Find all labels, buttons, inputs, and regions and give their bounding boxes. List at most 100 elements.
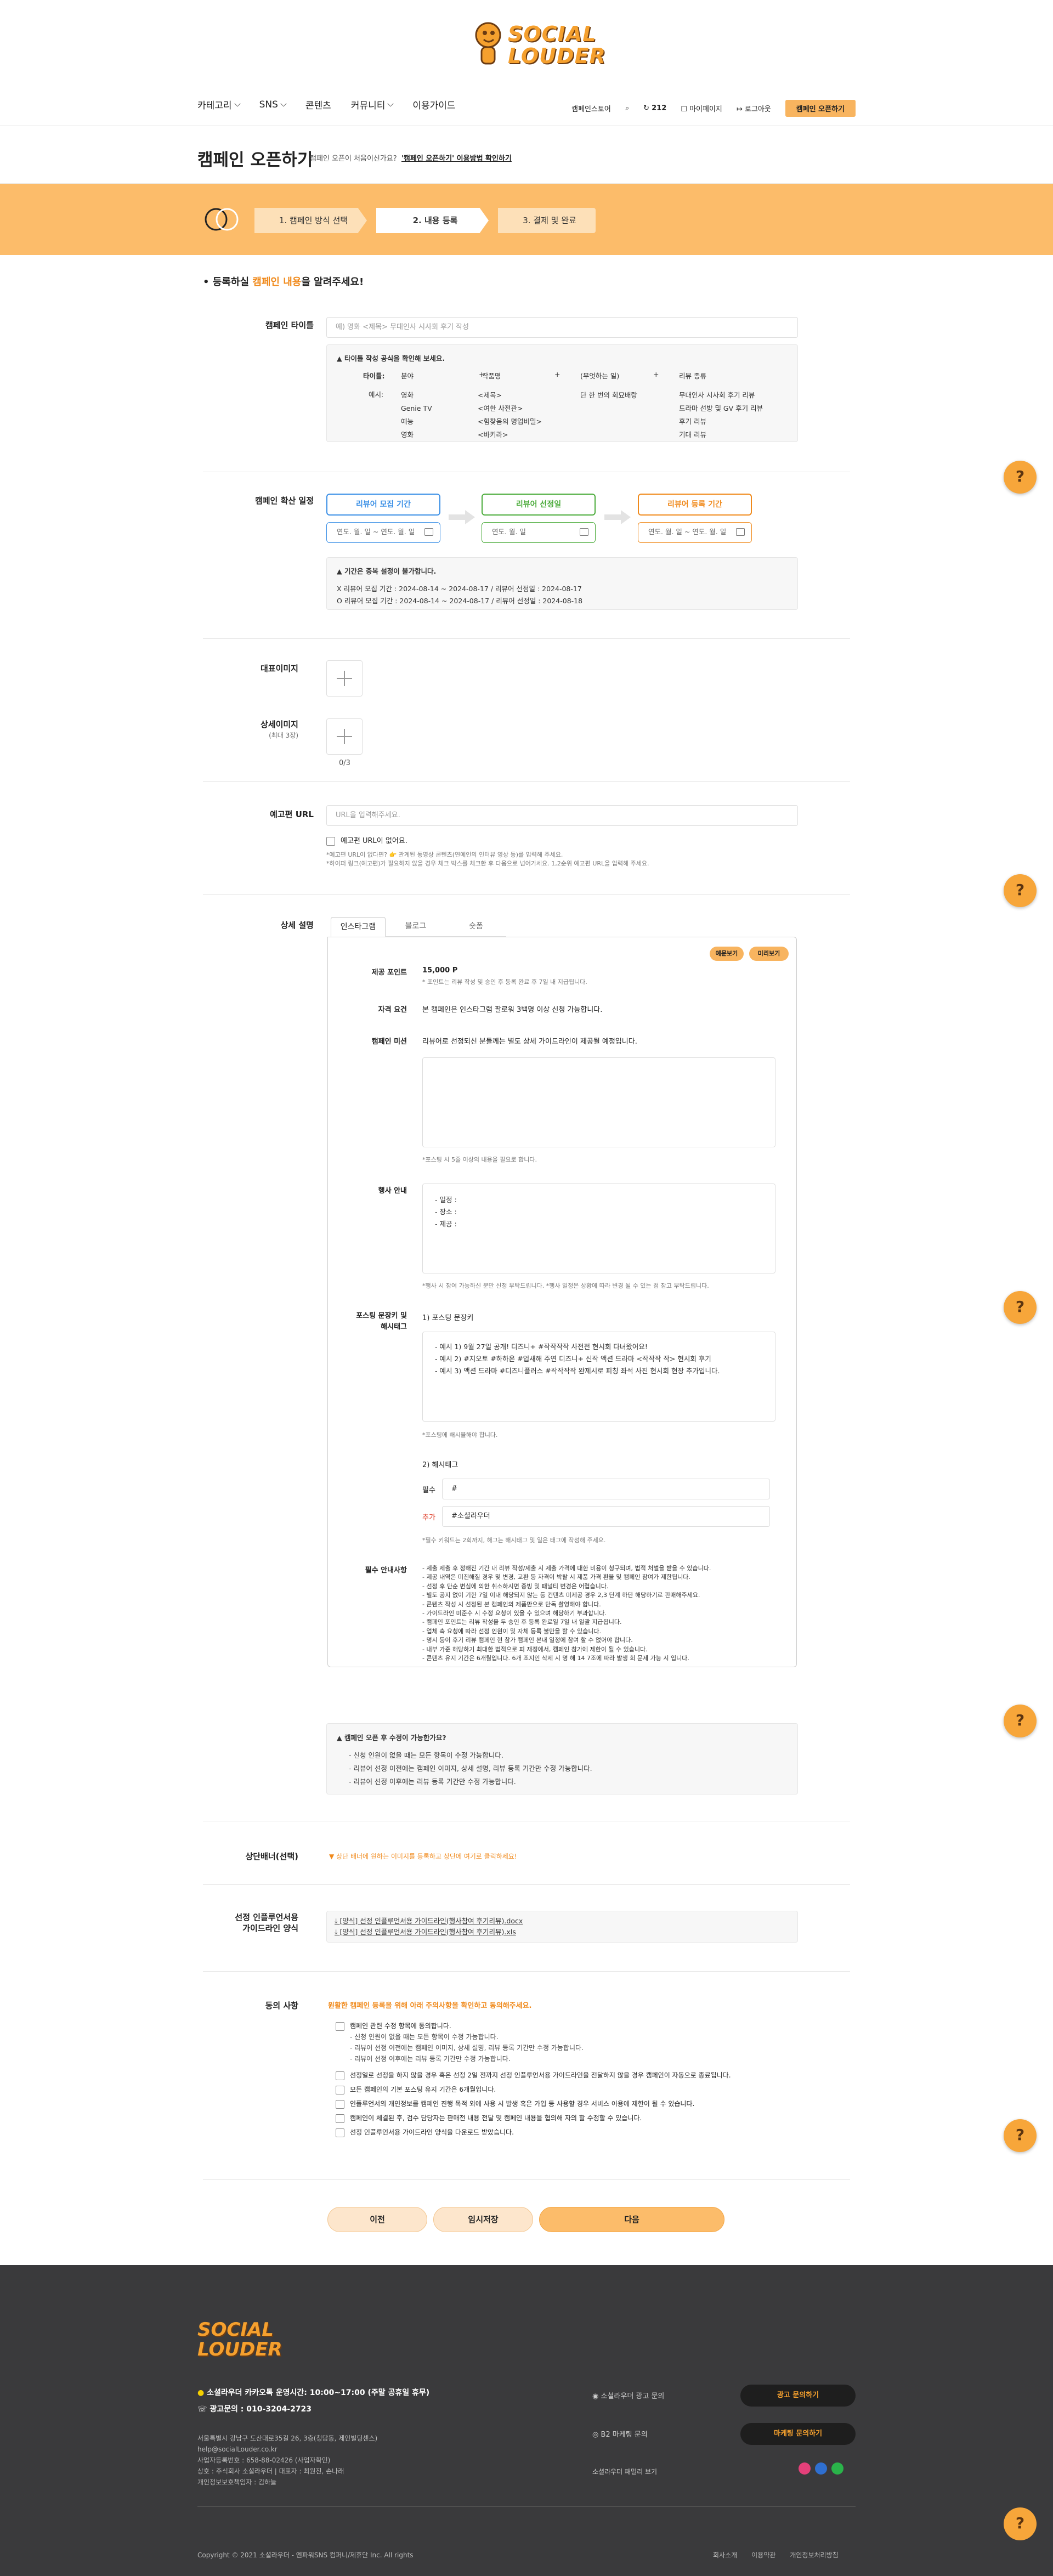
privacy-link[interactable]: 개인정보처리방침 [790, 2550, 838, 2560]
page-subtitle: 캠페인 오픈이 처음이신가요? '캠페인 오픈하기' 이용방법 확인하기 [310, 155, 512, 163]
title-input[interactable]: 예) 영화 <제목> 무대인사 시사회 후기 작성 [326, 317, 798, 338]
save-draft-button[interactable]: 임시저장 [433, 2207, 533, 2232]
sample-chip[interactable]: 예문보기 [710, 947, 744, 961]
page-title-bar: 캠페인 오픈하기 캠페인 오픈이 처음이신가요? '캠페인 오픈하기' 이용방법… [0, 126, 1053, 184]
nav-category[interactable]: 카테고리 [197, 98, 241, 111]
step-3: 3. 결제 및 완료 [498, 208, 596, 233]
facebook-icon[interactable] [815, 2462, 827, 2475]
detail-image-upload[interactable] [326, 718, 363, 755]
agree-label: 동의 사항 [265, 2001, 298, 2011]
agree-item[interactable]: 인플루언서의 개인정보를 캠페인 진행 목적 외에 사용 시 발생 혹은 가입 … [336, 2098, 731, 2109]
mascot-icon [475, 22, 501, 65]
detail-panel [327, 937, 797, 1667]
step-2: 2. 내용 등록 [376, 208, 489, 233]
logo[interactable]: SOCIAL LOUDER [472, 20, 606, 72]
preview-chip[interactable]: 미리보기 [749, 947, 789, 961]
download-docx[interactable]: ⤓ [양식] 선정 인플루언서용 가이드라인(행사참여 후기리뷰).docx [335, 1916, 790, 1927]
rings-icon [205, 208, 239, 231]
ad-inquiry-label: ◉ 소셜라우더 광고 문의 [592, 2392, 665, 2401]
qual-label: 자격 요건 [378, 1006, 407, 1014]
register-period-input[interactable]: 연도. 월. 일 ~ 연도. 월. 일 [638, 522, 752, 543]
no-trailer-checkbox[interactable]: 예고편 URL이 없어요. [326, 835, 407, 846]
hash-required-label: 필수 [422, 1486, 435, 1494]
hash-required-input[interactable]: # [442, 1479, 770, 1499]
campaign-store-link[interactable]: 캠페인스토어 [571, 103, 611, 114]
mypage-link[interactable]: ☐ 마이페이지 [681, 103, 722, 114]
post-sub2: 2) 해시태그 [422, 1461, 458, 1469]
bad-example: X 리뷰어 모집 기간 : 2024-08-14 ~ 2024-08-17 / … [337, 585, 582, 593]
naver-icon[interactable] [831, 2462, 843, 2475]
hash-add-input[interactable]: #소셜라우더 [442, 1506, 770, 1527]
points-note: * 포인트는 리뷰 작성 및 승인 후 등록 완료 후 7일 내 지급됩니다. [422, 978, 587, 986]
footer-divider [197, 2506, 856, 2507]
ad-inquiry-button[interactable]: 광고 문의하기 [740, 2385, 856, 2407]
divider [203, 2179, 850, 2180]
help-button[interactable]: ? [1004, 2119, 1037, 2152]
terms-link[interactable]: 이용약관 [751, 2550, 775, 2560]
download-xls[interactable]: ⤓ [양식] 선정 인플루언서용 가이드라인(행사참여 후기리뷰).xls [335, 1927, 790, 1938]
nav-sns[interactable]: SNS [259, 98, 287, 111]
footer-logo: SOCIAL LOUDER [197, 2319, 282, 2360]
help-button[interactable]: ? [1004, 2507, 1037, 2540]
tab-instagram[interactable]: 인스타그램 [331, 917, 386, 937]
search-icon[interactable]: ⌕ [625, 104, 629, 112]
nav-guide[interactable]: 이용가이드 [412, 98, 455, 111]
banner-label: 상단배너(선택) [245, 1852, 298, 1861]
caret-up-icon: ▲ [337, 1734, 342, 1742]
open-campaign-button[interactable]: 캠페인 오픈하기 [785, 100, 856, 117]
tab-blog[interactable]: 블로그 [386, 917, 446, 937]
kakao-icon: ● [197, 2388, 205, 2397]
checkbox-icon [336, 2128, 344, 2137]
formula-col: 분야 [401, 372, 414, 380]
chevron-down-icon [280, 100, 287, 107]
select-date-input[interactable]: 연도. 월. 일 [482, 522, 596, 543]
download-box: ⤓ [양식] 선정 인플루언서용 가이드라인(행사참여 후기리뷰).docx ⤓… [326, 1911, 798, 1943]
event-textarea[interactable]: - 일정 :- 장소 :- 제공 : [422, 1184, 775, 1273]
detail-label: 상세 설명 [280, 920, 314, 930]
agree-item[interactable]: 모든 캠페인의 기본 포스팅 유지 기간은 6개월입니다. [336, 2084, 731, 2095]
trailer-input[interactable]: URL을 입력해주세요. [326, 805, 798, 826]
howto-link[interactable]: '캠페인 오픈하기' 이용방법 확인하기 [401, 155, 512, 163]
register-period-pill: 리뷰어 등록 기간 [638, 494, 752, 516]
help-button[interactable]: ? [1004, 461, 1037, 494]
instagram-icon[interactable] [799, 2462, 811, 2475]
help-button[interactable]: ? [1004, 874, 1037, 907]
agree-list: 캠페인 관련 수정 항목에 동의합니다. - 신청 인원이 없을 때는 모든 항… [336, 2020, 731, 2138]
agree-item[interactable]: 선정 인플루언서용 가이드라인 양식을 다운로드 받았습니다. [336, 2127, 731, 2138]
example-rows: <제목> <여한 사전관> <힘찾음의 명업비밀> <바키라> [478, 391, 542, 439]
prev-button[interactable]: 이전 [327, 2207, 427, 2232]
checkbox-icon [326, 836, 335, 846]
mission-textarea[interactable] [422, 1057, 775, 1147]
agree-head: 원활한 캠페인 등록을 위해 아래 주의사항을 확인하고 동의해주세요. [328, 2002, 532, 2010]
nav-community[interactable]: 커뮤니티 [351, 98, 394, 111]
banner-toggle[interactable]: ▼ 상단 배너에 원하는 이미지를 등록하고 상단에 여기로 클릭하세요! [329, 1852, 517, 1861]
calendar-icon [580, 528, 588, 536]
step-bar: 1. 캠페인 방식 선택 2. 내용 등록 3. 결제 및 완료 [0, 184, 1053, 255]
recruit-period-input[interactable]: 연도. 월. 일 ~ 연도. 월. 일 [326, 522, 440, 543]
agree-item[interactable]: 선정일로 선정을 하지 않을 경우 혹은 선정 2일 전까지 선정 인플루언서용… [336, 2070, 731, 2081]
help-button[interactable]: ? [1004, 1705, 1037, 1737]
points-badge[interactable]: ↻ 212 [643, 104, 666, 112]
agree-item[interactable]: 캠페인이 체결된 후, 검수 담당자는 판매전 내용 전달 및 캠페인 내용을 … [336, 2113, 731, 2124]
tab-shortform[interactable]: 숏폼 [446, 917, 506, 937]
trailer-label: 예고편 URL [270, 809, 314, 819]
rep-image-upload[interactable] [326, 660, 363, 697]
example-rows: 영화 Genie TV 예능 영화 [401, 391, 432, 439]
chat-icon: ◎ [592, 2431, 599, 2439]
nav-content[interactable]: 콘텐츠 [305, 98, 331, 111]
schedule-guide-box: ▲ 기간은 중복 설정이 불가합니다. X 리뷰어 모집 기간 : 2024-0… [326, 557, 798, 610]
logout-link[interactable]: ↦ 로그아웃 [737, 103, 771, 114]
logo-text: SOCIAL LOUDER [508, 22, 606, 68]
next-button[interactable]: 다음 [539, 2207, 724, 2232]
mission-note: *포스팅 시 5줄 이상의 내용을 필요로 합니다. [422, 1156, 537, 1163]
agree-item[interactable]: 캠페인 관련 수정 항목에 동의합니다. [336, 2020, 731, 2031]
title-label: 캠페인 타이틀 [265, 320, 314, 330]
step-1: 1. 캠페인 방식 선택 [254, 208, 367, 233]
post-textarea[interactable]: - 예시 1) 9월 27일 공개! 디즈니+ #작작작작 사전전 현시회 다녀… [422, 1332, 775, 1422]
about-link[interactable]: 회사소개 [713, 2550, 737, 2560]
section-lead: • 등록하실 캠페인 내용을 알려주세요! [203, 276, 364, 288]
b2-inquiry-button[interactable]: 마케팅 문의하기 [740, 2423, 856, 2445]
schedule-label: 캠페인 확산 일정 [254, 496, 314, 506]
help-button[interactable]: ? [1004, 1291, 1037, 1324]
checkbox-icon [336, 2071, 344, 2080]
